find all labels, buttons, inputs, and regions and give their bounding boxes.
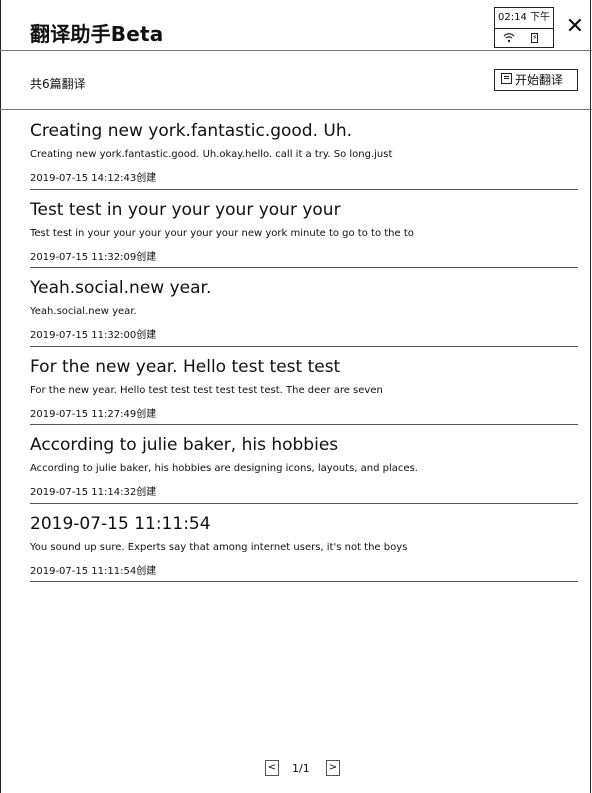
chevron-right-icon: >: [328, 762, 338, 773]
item-snippet: Creating new york.fantastic.good. Uh.oka…: [30, 149, 393, 160]
item-date: 2019-07-15 11:27:49创建: [30, 408, 157, 420]
item-title: According to julie baker, his hobbies: [30, 435, 339, 455]
wifi-icon: [503, 33, 515, 43]
list-item[interactable]: Test test in your your your your your Te…: [30, 190, 578, 268]
prev-page-button[interactable]: <: [265, 760, 279, 776]
item-title: For the new year. Hello test test test: [30, 356, 341, 377]
list-item[interactable]: 2019-07-15 11:11:54 You sound up sure. E…: [30, 504, 578, 582]
item-title: Yeah.social.new year.: [30, 278, 212, 298]
status-time: 02:14 下午: [495, 8, 553, 29]
page-indicator: 1/1: [292, 762, 310, 775]
item-title: Test test in your your your your your: [30, 199, 341, 220]
header-bar: 翻译助手Beta 02:14 下午 ⚡ ✕: [0, 0, 592, 51]
document-icon: [501, 73, 512, 84]
item-snippet: According to julie baker, his hobbies ar…: [30, 463, 418, 474]
chevron-left-icon: <: [267, 762, 277, 773]
translation-list: Creating new york.fantastic.good. Uh. Cr…: [30, 111, 578, 582]
close-icon: ✕: [565, 14, 585, 39]
item-snippet: For the new year. Hello test test test t…: [30, 384, 383, 396]
app-title: 翻译助手Beta: [30, 22, 164, 46]
item-title: 2019-07-15 11:11:54: [30, 513, 211, 534]
start-translate-label: 开始翻译: [515, 73, 564, 87]
status-icons: ⚡: [495, 29, 553, 48]
item-snippet: Test test in your your your your your yo…: [30, 227, 414, 239]
item-snippet: You sound up sure. Experts say that amon…: [30, 541, 408, 553]
next-page-button[interactable]: >: [326, 760, 340, 776]
section-divider: [0, 109, 592, 110]
list-item[interactable]: For the new year. Hello test test test F…: [30, 347, 578, 425]
item-snippet: Yeah.social.new year.: [30, 306, 137, 317]
battery-icon: ⚡: [531, 33, 538, 43]
list-item[interactable]: Creating new york.fantastic.good. Uh. Cr…: [30, 111, 578, 190]
item-title: Creating new york.fantastic.good. Uh.: [30, 121, 353, 141]
status-box: 02:14 下午 ⚡: [494, 7, 554, 48]
close-button[interactable]: ✕: [562, 14, 588, 40]
item-date: 2019-07-15 11:14:32创建: [30, 487, 157, 498]
item-date: 2019-07-15 14:12:43创建: [30, 173, 157, 184]
start-translate-button[interactable]: 开始翻译: [494, 69, 578, 91]
item-date: 2019-07-15 11:32:09创建: [30, 251, 157, 263]
translation-count: 共6篇翻译: [30, 77, 86, 91]
list-item[interactable]: According to julie baker, his hobbies Ac…: [30, 425, 578, 504]
list-item[interactable]: Yeah.social.new year. Yeah.social.new ye…: [30, 268, 578, 347]
item-date: 2019-07-15 11:11:54创建: [30, 565, 157, 577]
item-date: 2019-07-15 11:32:00创建: [30, 330, 157, 341]
pagination: < 1/1 >: [0, 760, 592, 780]
